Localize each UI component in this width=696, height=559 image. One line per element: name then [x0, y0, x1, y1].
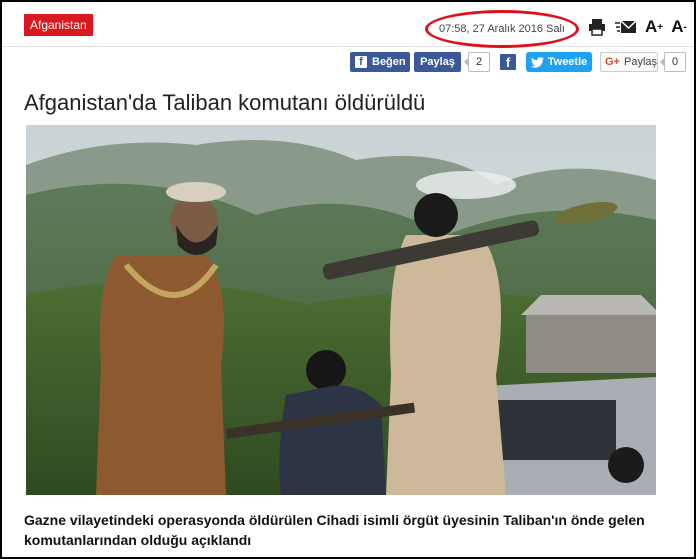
article-photo: [26, 125, 656, 495]
facebook-like-button[interactable]: f Beğen: [350, 52, 410, 72]
email-icon: [615, 20, 637, 33]
facebook-share-button[interactable]: Paylaş: [414, 52, 461, 72]
facebook-share-label: Paylaş: [420, 56, 455, 68]
google-share-button[interactable]: G+ Paylaş: [600, 52, 658, 72]
facebook-button[interactable]: f: [498, 52, 518, 72]
font-increase-label: A: [644, 17, 658, 36]
top-bar: Afganistan 07:58, 27 Aralık 2016 Salı A +: [2, 2, 694, 48]
facebook-icon: f: [355, 56, 367, 68]
font-decrease-button[interactable]: A-: [668, 16, 690, 38]
minus-icon: -: [683, 21, 687, 33]
google-plus-icon: G+: [605, 56, 620, 68]
category-badge[interactable]: Afganistan: [24, 14, 93, 36]
photo-caption: Gazne vilayetindeki operasyonda öldürüle…: [24, 512, 645, 548]
militants-photo: [26, 125, 656, 495]
print-icon: [589, 19, 605, 36]
tweet-button[interactable]: Tweetle: [526, 52, 592, 72]
google-share-label: Paylaş: [623, 56, 658, 68]
article-title: Afganistan'da Taliban komutanı öldürüldü: [24, 90, 426, 115]
publish-date: 07:58, 27 Aralık 2016 Salı: [439, 23, 565, 35]
facebook-share-count: 2: [464, 52, 490, 72]
facebook-icon: f: [500, 54, 516, 70]
facebook-like-label: Beğen: [372, 56, 406, 68]
plus-icon: +: [657, 21, 664, 33]
font-increase-button[interactable]: A +: [642, 16, 666, 38]
print-button[interactable]: [586, 16, 608, 38]
font-decrease-label: A: [671, 17, 684, 36]
tweet-label: Tweetle: [547, 56, 588, 68]
email-button[interactable]: [614, 16, 638, 38]
news-page: Afganistan 07:58, 27 Aralık 2016 Salı A +: [0, 0, 696, 559]
date-container: 07:58, 27 Aralık 2016 Salı: [425, 10, 579, 48]
twitter-bird-icon: [530, 56, 544, 68]
google-share-count: 0: [660, 52, 686, 72]
